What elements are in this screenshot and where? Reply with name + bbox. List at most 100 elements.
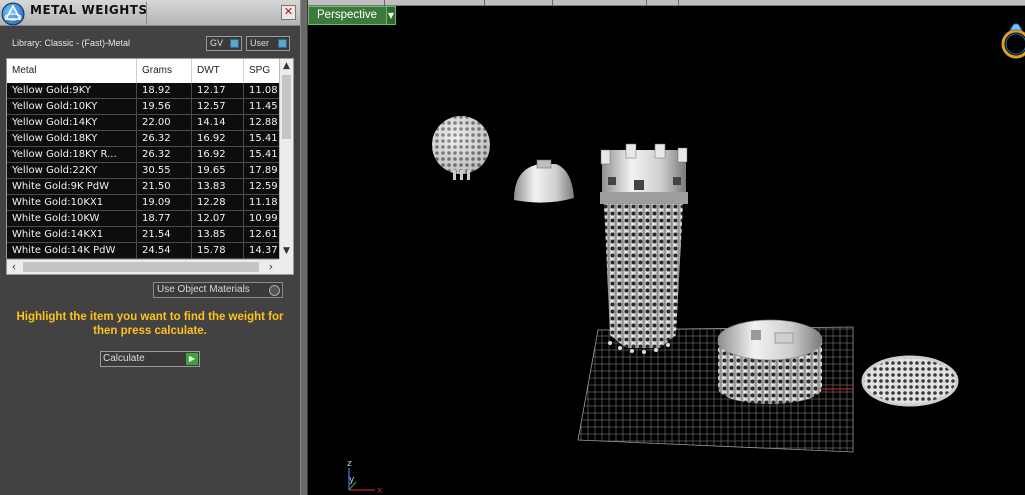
cell-spg: 11.45 (249, 101, 278, 112)
lattice-disc-model[interactable] (861, 355, 959, 407)
table-row[interactable]: Yellow Gold:9KY 18.92 12.17 11.08 (7, 83, 279, 99)
gv-toggle-knob-icon (230, 39, 239, 48)
table-row[interactable]: Yellow Gold:10KY 19.56 12.57 11.45 (7, 99, 279, 115)
cell-spg: 11.18 (249, 197, 278, 208)
table-row[interactable]: Yellow Gold:18KY 26.32 16.92 15.41 (7, 131, 279, 147)
gv-toggle[interactable]: GV (206, 36, 242, 51)
cell-spg: 12.61 (249, 229, 278, 240)
axis-y-label: y (349, 475, 355, 485)
cell-dwt: 13.85 (192, 227, 244, 243)
cell-metal: Yellow Gold:18KY (7, 131, 137, 147)
table-row[interactable]: White Gold:14KX1 21.54 13.85 12.61 (7, 227, 279, 243)
cell-grams: 30.55 (137, 163, 192, 179)
table-row[interactable]: White Gold:10KX1 19.09 12.28 11.18 (7, 195, 279, 211)
table-row[interactable]: Yellow Gold:14KY 22.00 14.14 12.88 (7, 115, 279, 131)
cell-grams: 19.09 (137, 195, 192, 211)
column-header-grams[interactable]: Grams (137, 59, 192, 83)
view-dropdown-chevron-down-icon[interactable]: ▼ (386, 6, 396, 25)
cell-metal: White Gold:14KX1 (7, 227, 137, 243)
cell-dwt: 15.78 (192, 243, 244, 259)
metal-table[interactable]: Metal Grams DWT SPG Yellow Gold:9KY 18.92… (6, 58, 294, 275)
horizontal-scroll-thumb[interactable] (23, 262, 259, 272)
vertical-scrollbar[interactable]: ▲ ▼ (279, 59, 293, 259)
table-row[interactable]: White Gold:10KW 18.77 12.07 10.99 (7, 211, 279, 227)
table-row[interactable]: White Gold:9K PdW 21.50 13.83 12.59 (7, 179, 279, 195)
perspective-viewport[interactable]: z y x Perspective ▼ (308, 0, 1025, 495)
cell-dwt: 13.83 (192, 179, 244, 195)
table-row[interactable]: White Gold:14K PdW 24.54 15.78 14.37 (7, 243, 279, 259)
cell-metal: Yellow Gold:9KY (7, 83, 137, 99)
table-header: Metal Grams DWT SPG (7, 59, 279, 83)
cell-metal: White Gold:9K PdW (7, 179, 137, 195)
cell-dwt: 19.65 (192, 163, 244, 179)
cell-dwt: 12.07 (192, 211, 244, 227)
round-box-model[interactable] (717, 319, 823, 404)
column-header-spg[interactable]: SPG (244, 59, 279, 83)
cell-spg: 14.37 (249, 245, 278, 256)
table-body: Yellow Gold:9KY 18.92 12.17 11.08 Yellow Gol… (7, 83, 279, 259)
cell-spg: 10.99 (249, 213, 278, 224)
user-toggle[interactable]: User (246, 36, 290, 51)
scroll-corner (279, 259, 293, 274)
view-tab-perspective[interactable]: Perspective (308, 6, 396, 25)
horizontal-scrollbar[interactable]: ‹ › (7, 259, 279, 274)
cell-dwt: 12.28 (192, 195, 244, 211)
cell-dwt: 12.57 (192, 99, 244, 115)
calculate-button[interactable]: Calculate ▶ (100, 351, 200, 367)
cell-grams: 18.92 (137, 83, 192, 99)
table-row[interactable]: Yellow Gold:22KY 30.55 19.65 17.89 (7, 163, 279, 179)
use-object-materials-checkbox[interactable] (269, 285, 280, 296)
view-tab-perspective-label: Perspective (317, 9, 378, 21)
cell-spg: 12.59 (249, 181, 278, 192)
cell-spg: 11.08 (249, 85, 278, 96)
title-divider (146, 2, 147, 24)
cell-metal: Yellow Gold:14KY (7, 115, 137, 131)
cell-metal: Yellow Gold:22KY (7, 163, 137, 179)
user-toggle-knob-icon (278, 39, 287, 48)
cell-metal: Yellow Gold:18KY R... (7, 147, 137, 163)
sphere-pendant-model[interactable] (432, 116, 490, 180)
column-header-dwt[interactable]: DWT (192, 59, 244, 83)
cell-grams: 21.50 (137, 179, 192, 195)
library-label: Library: Classic - (Fast)-Metal (12, 38, 131, 48)
app-logo-icon (1, 2, 25, 26)
tower-pendant-model[interactable] (600, 143, 688, 354)
cell-dwt: 16.92 (192, 131, 244, 147)
column-header-metal[interactable]: Metal (7, 59, 137, 83)
vertical-scroll-thumb[interactable] (282, 75, 291, 139)
scroll-right-icon[interactable]: › (265, 261, 277, 273)
axis-indicator: z y x (347, 459, 383, 495)
cell-grams: 18.77 (137, 211, 192, 227)
cell-spg: 15.41 (249, 149, 278, 160)
panel-splitter[interactable] (300, 0, 308, 495)
scroll-left-icon[interactable]: ‹ (8, 261, 20, 273)
user-toggle-label: User (250, 38, 270, 48)
cell-metal: White Gold:10KW (7, 211, 137, 227)
cell-grams: 24.54 (137, 243, 192, 259)
use-object-materials-label: Use Object Materials (157, 284, 250, 295)
scroll-up-icon[interactable]: ▲ (281, 60, 292, 72)
cell-dwt: 16.92 (192, 147, 244, 163)
table-row[interactable]: Yellow Gold:18KY R... 26.32 16.92 15.41 (7, 147, 279, 163)
cell-grams: 21.54 (137, 227, 192, 243)
cell-metal: White Gold:14K PdW (7, 243, 137, 259)
metal-weights-panel: METAL WEIGHTS ✕ Library: Classic - (Fast… (0, 0, 300, 495)
viewport-top-strip (308, 0, 1025, 6)
cell-grams: 19.56 (137, 99, 192, 115)
cell-metal: Yellow Gold:10KY (7, 99, 137, 115)
axis-x-label: x (377, 486, 383, 495)
ring-navigation-icon[interactable] (1001, 23, 1025, 59)
cell-metal: White Gold:10KX1 (7, 195, 137, 211)
bail-cap-model[interactable] (514, 159, 574, 203)
axis-z-label: z (347, 459, 352, 469)
cell-grams: 22.00 (137, 115, 192, 131)
panel-titlebar: METAL WEIGHTS ✕ (0, 0, 300, 26)
use-object-materials-option[interactable]: Use Object Materials (153, 282, 283, 298)
cell-spg: 15.41 (249, 133, 278, 144)
scene-canvas[interactable]: z y x (308, 0, 1025, 495)
panel-title: METAL WEIGHTS (30, 3, 148, 17)
close-button[interactable]: ✕ (281, 5, 296, 20)
cell-spg: 17.89 (249, 165, 278, 176)
scroll-down-icon[interactable]: ▼ (281, 245, 292, 257)
cell-grams: 26.32 (137, 131, 192, 147)
